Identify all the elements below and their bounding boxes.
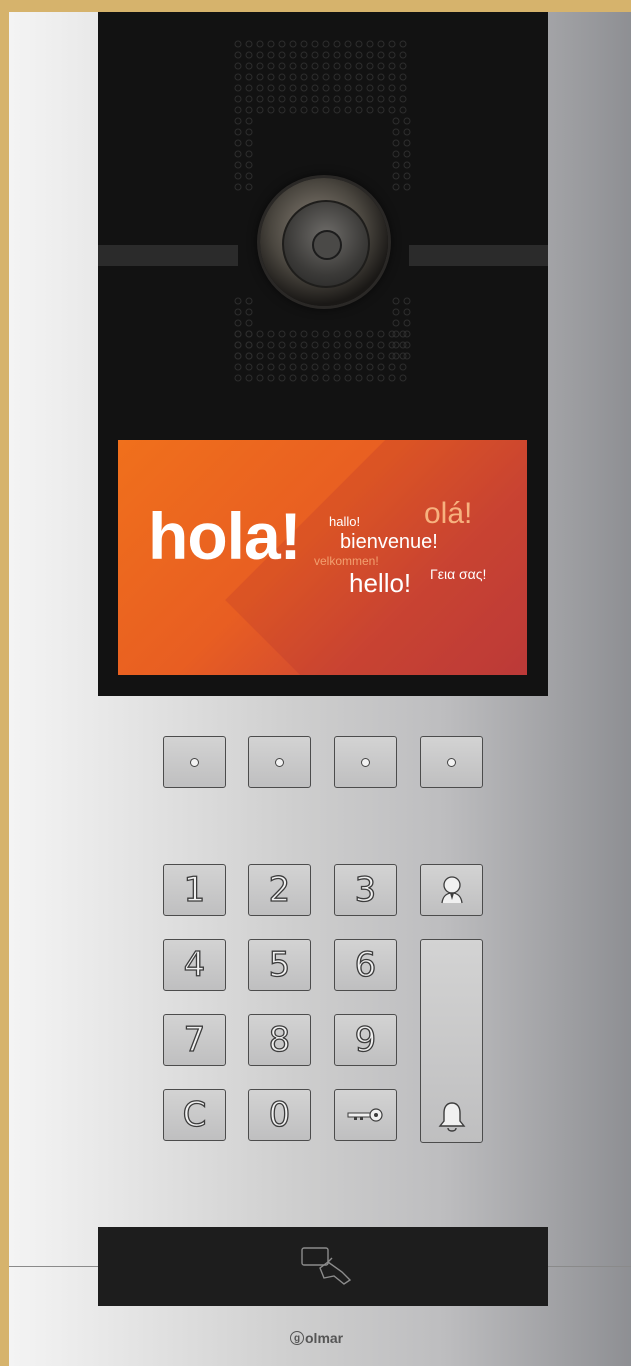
key-label: 1 — [183, 869, 206, 910]
key-3[interactable]: 3 — [334, 864, 397, 916]
key-5[interactable]: 5 — [248, 939, 311, 991]
key-label: 0 — [268, 1094, 291, 1135]
key-8[interactable]: 8 — [248, 1014, 311, 1066]
call-button-1[interactable] — [163, 736, 226, 788]
dot-indicator-icon — [190, 757, 199, 767]
call-bell-button[interactable] — [420, 939, 483, 1143]
key-icon — [347, 1108, 383, 1122]
proximity-card-icon — [301, 1247, 352, 1285]
key-label: 3 — [354, 869, 377, 910]
call-button-3[interactable] — [334, 736, 397, 788]
key-1[interactable]: 1 — [163, 864, 226, 916]
proximity-reader[interactable] — [98, 1227, 548, 1306]
concierge-icon — [440, 876, 463, 904]
key-label: 6 — [354, 944, 377, 985]
dot-indicator-icon — [361, 757, 370, 767]
key-label: C — [182, 1094, 207, 1135]
greeting-hello: hello! — [349, 568, 412, 598]
key-9[interactable]: 9 — [334, 1014, 397, 1066]
key-label: 2 — [268, 869, 291, 910]
brand-logo: g olmar — [290, 1330, 343, 1346]
key-4[interactable]: 4 — [163, 939, 226, 991]
key-label: 7 — [183, 1019, 206, 1060]
key-access-button[interactable] — [334, 1089, 397, 1141]
brand-name: olmar — [305, 1330, 344, 1346]
display-screen: hola! hallo! olá! bienvenue! velkommen! … — [118, 440, 527, 675]
key-clear[interactable]: C — [163, 1089, 226, 1141]
greeting-bienvenue: bienvenue! — [340, 531, 438, 553]
camera-lens — [312, 230, 342, 260]
call-button-4[interactable] — [420, 736, 483, 788]
key-label: 4 — [183, 944, 206, 985]
key-label: 8 — [268, 1019, 291, 1060]
key-2[interactable]: 2 — [248, 864, 311, 916]
bell-icon — [438, 1102, 465, 1132]
camera-ring — [282, 200, 370, 288]
greeting-ola: olá! — [424, 497, 473, 530]
greeting-hallo: hallo! — [329, 514, 361, 529]
dot-indicator-icon — [447, 757, 456, 767]
key-0[interactable]: 0 — [248, 1089, 311, 1141]
call-button-2[interactable] — [248, 736, 311, 788]
key-label: 9 — [354, 1019, 377, 1060]
concierge-button[interactable] — [420, 864, 483, 916]
led-strip-right — [409, 245, 548, 266]
brand-logo-icon: g — [290, 1331, 304, 1345]
greeting-hola: hola! — [148, 499, 302, 573]
key-7[interactable]: 7 — [163, 1014, 226, 1066]
led-strip-left — [98, 245, 238, 266]
key-6[interactable]: 6 — [334, 939, 397, 991]
greeting-greek: Γεια σας! — [430, 566, 487, 582]
camera-icon — [260, 178, 388, 306]
greeting-velkommen: velkommen! — [314, 554, 379, 568]
key-label: 5 — [268, 944, 291, 985]
dot-indicator-icon — [275, 757, 284, 767]
